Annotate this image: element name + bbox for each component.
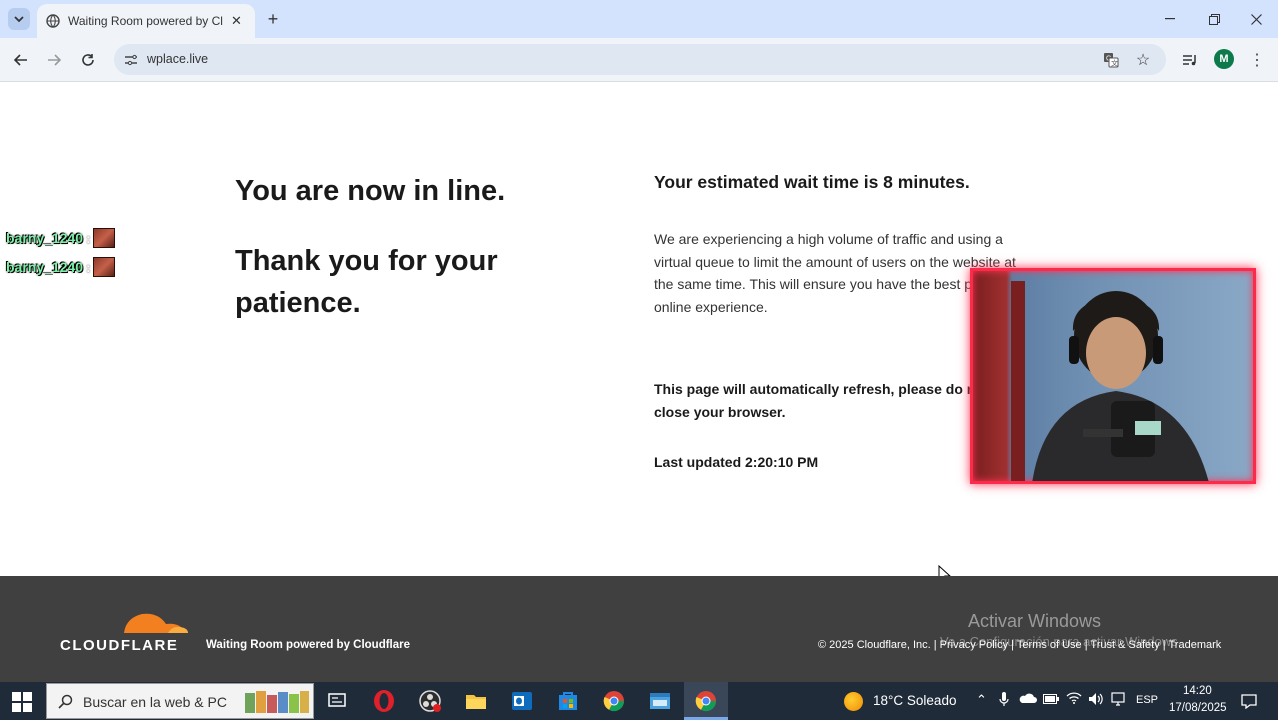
file-explorer-icon[interactable] [464, 689, 488, 713]
forward-arrow-icon[interactable] [43, 49, 65, 71]
tab-waiting-room[interactable]: Waiting Room powered by Clou ✕ [37, 4, 255, 38]
chat-message: barny_1240 : [6, 228, 116, 248]
new-tab-plus-icon[interactable]: + [262, 8, 284, 30]
volume-icon[interactable] [1088, 692, 1104, 709]
notification-center-icon[interactable] [1240, 692, 1258, 710]
media-queue-icon[interactable] [1179, 49, 1201, 71]
chrome-icon[interactable] [602, 689, 626, 713]
battery-icon[interactable] [1043, 692, 1059, 707]
taskbar-search-placeholder: Buscar en la web & PC [83, 694, 227, 710]
cloudflare-footer: CLOUDFLARE Waiting Room powered by Cloud… [0, 576, 1278, 682]
activate-windows-title: Activar Windows [968, 611, 1102, 631]
microphone-icon[interactable] [999, 692, 1009, 710]
search-highlight-illustration-icon [245, 691, 309, 713]
chrome-active-window[interactable] [684, 682, 728, 720]
address-bar[interactable]: wplace.live G文 ☆ [114, 44, 1166, 75]
webcam-overlay [970, 268, 1256, 484]
globe-favicon-icon [46, 14, 60, 28]
obs-icon[interactable] [418, 689, 442, 713]
clock-date[interactable]: 17/08/2025 [1169, 702, 1227, 714]
opera-icon[interactable] [372, 689, 396, 713]
outlook-icon[interactable] [510, 689, 534, 713]
chat-emote-icon [93, 257, 116, 277]
refresh-notice: This page will automatically refresh, pl… [654, 381, 989, 420]
window-close-icon[interactable] [1234, 6, 1278, 32]
restore-icon[interactable] [1192, 6, 1236, 32]
wifi-icon[interactable] [1066, 692, 1082, 707]
browser-toolbar: wplace.live G文 ☆ M ⋮ [0, 38, 1278, 82]
chrome-profile-icon [695, 691, 717, 712]
heading-thank-you: Thank you for your patience. [235, 245, 498, 319]
tab-close-icon[interactable]: ✕ [231, 13, 242, 29]
microsoft-store-icon[interactable] [556, 689, 580, 713]
language-indicator[interactable]: ESP [1136, 694, 1158, 706]
last-updated: Last updated 2:20:10 PM [654, 454, 819, 470]
heading-in-line: You are now in line. [235, 175, 506, 207]
reload-icon[interactable] [77, 49, 99, 71]
display-icon[interactable] [1111, 692, 1125, 709]
chat-message: barny_1240 : [6, 257, 116, 277]
footer-links[interactable]: © 2025 Cloudflare, Inc. | Privacy Policy… [818, 639, 1221, 651]
bookmark-star-icon[interactable]: ☆ [1133, 50, 1153, 70]
cloudflare-wordmark: CLOUDFLARE [60, 637, 179, 654]
search-icon [57, 693, 73, 709]
windows-start-icon[interactable] [12, 692, 32, 712]
powered-by-text: Waiting Room powered by Cloudflare [206, 639, 411, 651]
chat-username: barny_1240 [6, 230, 84, 246]
chat-separator: : [86, 230, 91, 246]
translate-icon[interactable]: G文 [1102, 51, 1120, 69]
tab-title: Waiting Room powered by Clou [68, 14, 223, 28]
back-arrow-icon[interactable] [10, 49, 32, 71]
sun-weather-icon[interactable] [844, 692, 863, 711]
minimize-icon[interactable] [1148, 6, 1192, 32]
clock-time[interactable]: 14:20 [1183, 685, 1212, 697]
site-settings-tune-icon[interactable] [122, 51, 140, 69]
windows-taskbar: Buscar en la web & PC 18°C Soleado ⌃ ESP… [0, 682, 1278, 720]
tab-strip: Waiting Room powered by Clou ✕ + [0, 0, 1278, 38]
svg-text:文: 文 [1111, 59, 1118, 68]
streamer-figure [1011, 281, 1209, 481]
chat-emote-icon [93, 228, 116, 248]
app-window-icon[interactable] [648, 689, 672, 713]
chat-username: barny_1240 [6, 259, 84, 275]
url-text[interactable]: wplace.live [147, 52, 208, 66]
task-view-icon[interactable] [325, 689, 349, 713]
weather-text[interactable]: 18°C Soleado [873, 693, 956, 708]
profile-avatar[interactable]: M [1214, 49, 1234, 69]
chat-separator: : [86, 259, 91, 275]
tab-search-chevron-icon[interactable] [8, 8, 30, 30]
taskbar-search-box[interactable]: Buscar en la web & PC [46, 683, 314, 719]
tray-chevron-up-icon[interactable]: ⌃ [976, 692, 987, 708]
onedrive-icon[interactable] [1019, 692, 1037, 707]
more-menu-icon[interactable]: ⋮ [1246, 49, 1268, 71]
estimated-wait-title: Your estimated wait time is 8 minutes. [654, 172, 970, 192]
